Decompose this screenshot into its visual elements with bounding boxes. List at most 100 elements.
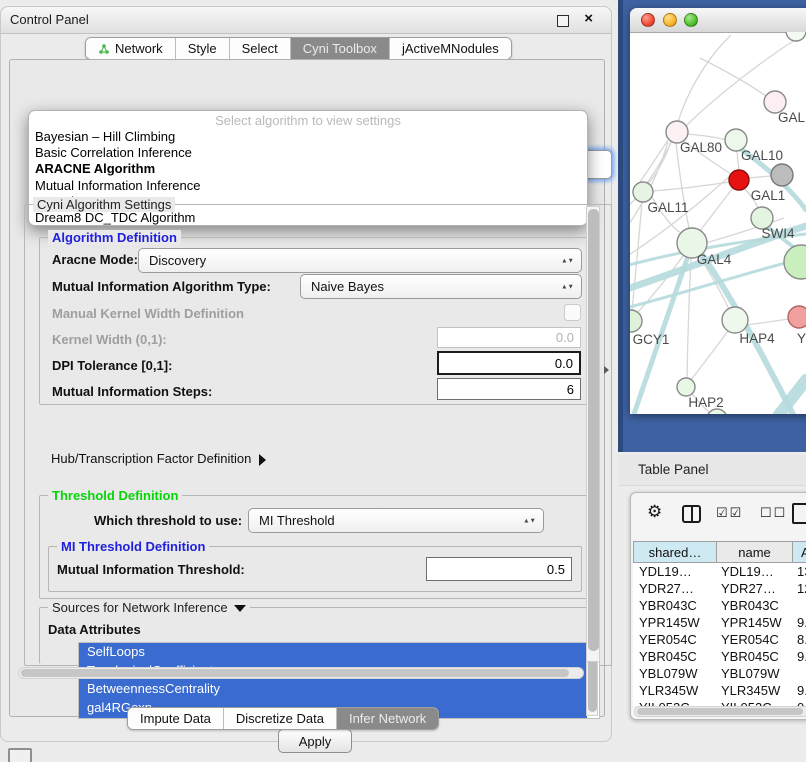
combo-arrows-icon: ▲▼ <box>561 284 574 290</box>
table-row[interactable]: YBL079WYBL079W <box>633 665 806 682</box>
table-row[interactable]: YPR145WYPR145W9. <box>633 614 806 631</box>
network-node[interactable] <box>786 32 806 41</box>
zoom-traffic-light-icon[interactable] <box>684 13 698 27</box>
table-body: YDL19…YDL19…13YDR27…YDR27…12YBR043CYBR04… <box>633 563 806 706</box>
control-panel-tab-bar: Network StyleSelect Cyni Toolbox jActiveMNo… <box>85 37 512 60</box>
unchecked-checkboxes-icon[interactable]: ☐☐ <box>760 505 787 521</box>
manual-kernel-checkbox[interactable] <box>564 304 581 321</box>
network-canvas[interactable]: GALGAL80GAL10GAL1GAL11SWI4GAL4GCY1HAP4YH… <box>630 32 806 414</box>
tab-impute-data[interactable]: Impute Data <box>128 708 223 729</box>
column-header-shared[interactable]: shared… <box>633 541 717 563</box>
data-attributes-label: Data Attributes <box>48 622 141 637</box>
mi-threshold-label: Mutual Information Threshold: <box>57 562 245 577</box>
attribute-selfloops[interactable]: SelfLoops <box>79 643 587 662</box>
network-node[interactable] <box>784 245 806 279</box>
tab-label: Impute Data <box>140 711 211 726</box>
table-cell: YBL079W <box>633 665 717 682</box>
minimize-traffic-light-icon[interactable] <box>663 13 677 27</box>
node-label: GAL80 <box>680 140 722 155</box>
network-edge <box>691 331 728 380</box>
algorithm-option-mutual-information-inference[interactable]: Mutual Information Inference <box>29 178 587 194</box>
network-edge <box>676 143 689 228</box>
table-row[interactable]: YER054CYER054C8. <box>633 631 806 648</box>
algorithm-option-aracne-algorithm[interactable]: ARACNE Algorithm <box>29 161 587 177</box>
table-panel-title: Table Panel <box>638 462 709 477</box>
minimized-panel-icon[interactable] <box>8 748 32 762</box>
mi-threshold-input[interactable] <box>426 557 572 581</box>
cyni-bottom-tab-bar: Impute Data Discretize Data Infer Network <box>127 707 439 730</box>
tab-cyni-toolbox[interactable]: Cyni Toolbox <box>290 38 389 59</box>
node-label: GAL11 <box>647 200 688 215</box>
network-edge <box>700 58 766 96</box>
table-cell: 9. <box>793 614 806 631</box>
tab-network[interactable]: Network <box>86 38 175 59</box>
application-desktop: Control Panel × Network StyleSelect Cyni T… <box>0 0 806 762</box>
settings-vertical-scrollbar[interactable] <box>586 206 600 662</box>
mi-steps-input[interactable] <box>437 378 581 400</box>
table-cell: YBL079W <box>717 665 793 682</box>
tab-jactivemnodules[interactable]: jActiveMNodules <box>389 38 511 59</box>
table-row[interactable]: YDL19…YDL19…13 <box>633 563 806 580</box>
tab-label: Cyni Toolbox <box>303 41 377 56</box>
attribute-betweennesscentrality[interactable]: BetweennessCentrality <box>79 680 587 699</box>
network-node[interactable] <box>729 170 749 190</box>
network-node[interactable] <box>722 307 748 333</box>
manual-kernel-label: Manual Kernel Width Definition <box>52 306 244 321</box>
split-columns-icon[interactable] <box>682 505 701 523</box>
aracne-mode-combo[interactable]: Discovery ▲▼ <box>138 248 582 273</box>
float-window-icon[interactable] <box>557 15 569 27</box>
hub-definition-toggle[interactable]: Hub/Transcription Factor Definition <box>51 451 266 466</box>
network-window-titlebar[interactable] <box>630 8 806 33</box>
table-horizontal-scrollbar[interactable] <box>634 706 806 717</box>
table-cell: 0. <box>793 699 806 706</box>
which-threshold-combo[interactable]: MI Threshold ▲▼ <box>248 508 544 533</box>
scrollbar-thumb[interactable] <box>21 669 569 677</box>
aracne-mode-label: Aracne Mode: <box>52 252 138 267</box>
table-row[interactable]: YDR27…YDR27…12 <box>633 580 806 597</box>
network-node[interactable] <box>677 378 695 396</box>
table-cell: YER054C <box>633 631 717 648</box>
node-label: GCY1 <box>633 332 670 347</box>
node-label: GAL4 <box>697 252 732 267</box>
tab-style[interactable]: Style <box>175 38 229 59</box>
tab-select[interactable]: Select <box>229 38 290 59</box>
splitter-handle[interactable] <box>604 366 609 374</box>
mi-threshold-legend: MI Threshold Definition <box>57 539 209 554</box>
table-row[interactable]: YBR045CYBR045C9. <box>633 648 806 665</box>
gear-icon[interactable]: ⚙ <box>647 502 662 522</box>
tab-infer-network[interactable]: Infer Network <box>336 708 438 729</box>
network-node[interactable] <box>633 182 653 202</box>
table-row[interactable]: YBR043CYBR043C <box>633 597 806 614</box>
column-header-a[interactable]: A <box>793 541 806 563</box>
close-icon[interactable]: × <box>584 10 593 27</box>
settings-horizontal-scrollbar[interactable] <box>18 667 584 679</box>
algorithm-option-bayesian-hill-climbing[interactable]: Bayesian – Hill Climbing <box>29 129 587 145</box>
table-cell: YBR045C <box>717 648 793 665</box>
table-cell: YBR043C <box>633 597 717 614</box>
table-cell: 8. <box>793 631 806 648</box>
dpi-tolerance-input[interactable] <box>437 351 581 375</box>
network-node[interactable] <box>771 164 793 186</box>
column-header-name[interactable]: name <box>717 541 793 563</box>
algorithm-option-basic-correlation-inference[interactable]: Basic Correlation Inference <box>29 145 587 161</box>
table-row[interactable]: YLR345WYLR345W9. <box>633 682 806 699</box>
tab-label: Network <box>115 41 163 56</box>
checked-checkboxes-icon[interactable]: ☑☑ <box>716 505 743 521</box>
tab-label: Infer Network <box>349 711 426 726</box>
apply-button[interactable]: Apply <box>278 729 352 753</box>
table-partial-icon[interactable] <box>792 503 806 524</box>
tab-label: jActiveMNodules <box>402 41 499 56</box>
kernel-width-input[interactable] <box>437 327 581 348</box>
scrollbar-thumb[interactable] <box>588 209 599 651</box>
mi-algorithm-type-combo[interactable]: Naive Bayes ▲▼ <box>300 274 582 299</box>
network-node[interactable] <box>788 306 806 328</box>
scrollbar-thumb[interactable] <box>637 708 803 715</box>
node-label: GAL1 <box>751 188 786 203</box>
table-cell: 13 <box>793 563 806 580</box>
network-node[interactable] <box>630 310 642 332</box>
close-traffic-light-icon[interactable] <box>641 13 655 27</box>
table-cell: YER054C <box>717 631 793 648</box>
control-panel-titlebar[interactable]: Control Panel × <box>1 7 611 34</box>
tab-discretize-data[interactable]: Discretize Data <box>223 708 336 729</box>
table-row[interactable]: YIL052CYIL052C0. <box>633 699 806 706</box>
